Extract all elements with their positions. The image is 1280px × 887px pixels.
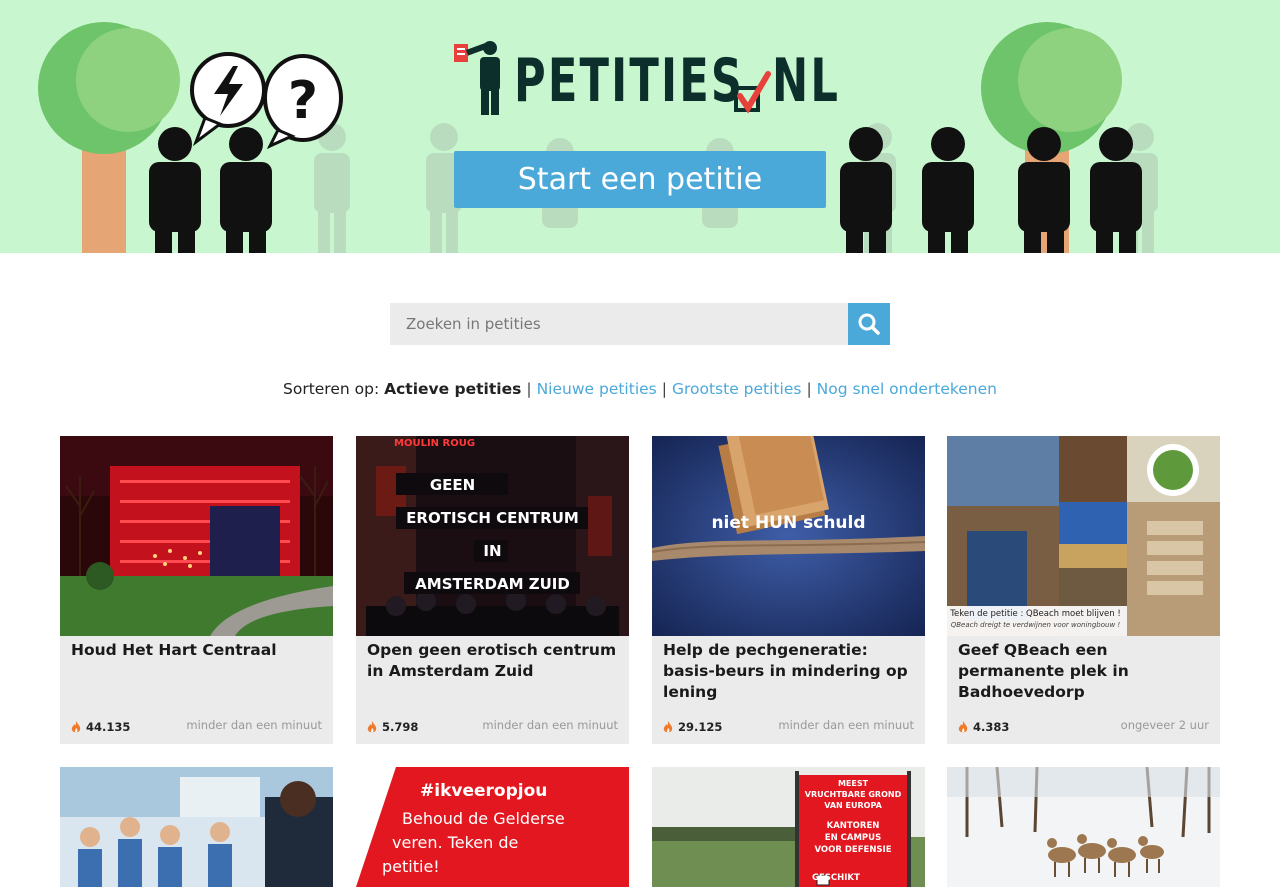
signature-count: 29.125 bbox=[663, 720, 722, 734]
petition-image bbox=[947, 767, 1220, 887]
image-text: niet HUN schuld bbox=[711, 513, 866, 533]
petition-title[interactable]: Geef QBeach een permanente plek in Badho… bbox=[958, 640, 1213, 703]
sort-active[interactable]: Actieve petities bbox=[384, 380, 521, 398]
search-icon bbox=[858, 313, 880, 335]
image-text: #ikveeropjou bbox=[420, 781, 548, 801]
petition-title[interactable]: Houd Het Hart Centraal bbox=[71, 640, 326, 661]
image-text: Teken de petitie : QBeach moet blijven ! bbox=[950, 609, 1121, 619]
image-text: AMSTERDAM ZUID bbox=[415, 575, 570, 593]
sort-option-last-chance[interactable]: Nog snel ondertekenen bbox=[817, 380, 997, 398]
start-petition-button[interactable]: Start een petitie bbox=[454, 151, 826, 208]
last-signed-time: minder dan een minuut bbox=[186, 718, 322, 732]
sort-bar: Sorteren op: Actieve petities | Nieuwe pet… bbox=[0, 380, 1280, 398]
petition-card[interactable] bbox=[947, 767, 1220, 887]
image-text: EROTISCH CENTRUM bbox=[406, 509, 579, 527]
image-text: VAN EUROPA bbox=[824, 801, 882, 810]
sort-option-largest[interactable]: Grootste petities bbox=[672, 380, 801, 398]
signature-count: 4.383 bbox=[958, 720, 1009, 734]
flame-icon bbox=[367, 720, 377, 732]
petition-image bbox=[60, 436, 333, 636]
signature-count-value: 44.135 bbox=[86, 720, 131, 734]
speech-bubbles: ? bbox=[190, 52, 343, 150]
petition-image: niet HUN schuld bbox=[652, 436, 925, 636]
flame-icon bbox=[958, 720, 968, 732]
sort-option-new[interactable]: Nieuwe petities bbox=[537, 380, 657, 398]
image-text: GESCHIKT bbox=[812, 873, 860, 883]
petition-card[interactable]: MEEST VRUCHTBARE GROND VAN EUROPA KANTOR… bbox=[652, 767, 925, 887]
petition-image bbox=[60, 767, 333, 887]
petition-image: MEEST VRUCHTBARE GROND VAN EUROPA KANTOR… bbox=[652, 767, 925, 887]
petition-title[interactable]: Help de pechgeneratie: basis-beurs in mi… bbox=[663, 640, 918, 703]
last-signed-time: ongeveer 2 uur bbox=[1120, 718, 1209, 732]
signature-count: 44.135 bbox=[71, 720, 130, 734]
last-signed-time: minder dan een minuut bbox=[482, 718, 618, 732]
image-text: KANTOREN bbox=[826, 821, 880, 831]
image-text: veren. Teken de bbox=[392, 833, 519, 852]
logo-checkbox-icon bbox=[734, 71, 771, 114]
signature-count-value: 5.798 bbox=[382, 720, 419, 734]
signature-count: 5.798 bbox=[367, 720, 418, 734]
header-banner: ? PETITIES NL Start een petitie bbox=[0, 0, 1280, 253]
logo-figure-icon bbox=[454, 41, 500, 115]
petition-image: MOULIN ROUG GEEN EROTISCH CENTRUM IN AMS… bbox=[356, 436, 629, 636]
petition-image: Teken de petitie : QBeach moet blijven !… bbox=[947, 436, 1220, 636]
petition-card[interactable]: Houd Het Hart Centraal 44.135 minder dan… bbox=[60, 436, 333, 744]
last-signed-time: minder dan een minuut bbox=[778, 718, 914, 732]
flame-icon bbox=[71, 720, 81, 732]
sort-separator: | bbox=[806, 380, 812, 398]
signature-count-value: 29.125 bbox=[678, 720, 723, 734]
image-text: GEEN bbox=[429, 476, 476, 494]
petition-card[interactable] bbox=[60, 767, 333, 887]
flame-icon bbox=[663, 720, 673, 732]
search-button[interactable] bbox=[848, 303, 890, 345]
sort-separator: | bbox=[526, 380, 532, 398]
sign-text: MOULIN ROUG bbox=[394, 438, 476, 449]
image-text: VRUCHTBARE GROND bbox=[804, 790, 902, 799]
image-text: QBeach dreigt te verdwijnen voor woningb… bbox=[950, 621, 1121, 629]
logo-text: PETITIES bbox=[514, 46, 745, 116]
petition-card[interactable]: Teken de petitie : QBeach moet blijven !… bbox=[947, 436, 1220, 744]
search-bar bbox=[390, 303, 890, 345]
petition-card[interactable]: #ikveeropjou Behoud de Gelderse veren. T… bbox=[356, 767, 629, 887]
search-input[interactable] bbox=[390, 303, 848, 345]
signature-count-value: 4.383 bbox=[973, 720, 1010, 734]
site-logo[interactable]: PETITIES NL bbox=[452, 38, 838, 118]
sort-separator: | bbox=[661, 380, 667, 398]
image-text: EN CAMPUS bbox=[824, 833, 882, 843]
image-text: petitie! bbox=[382, 857, 440, 876]
petition-card[interactable]: niet HUN schuld Help de pechgeneratie: b… bbox=[652, 436, 925, 744]
sort-label: Sorteren op: bbox=[283, 380, 380, 398]
svg-text:?: ? bbox=[288, 71, 318, 131]
petition-title[interactable]: Open geen erotisch centrum in Amsterdam … bbox=[367, 640, 622, 682]
petition-card[interactable]: MOULIN ROUG GEEN EROTISCH CENTRUM IN AMS… bbox=[356, 436, 629, 744]
logo-suffix: NL bbox=[772, 46, 841, 116]
image-text: Behoud de Gelderse bbox=[402, 809, 565, 828]
image-text: MEEST bbox=[837, 779, 869, 788]
image-text: IN bbox=[483, 542, 502, 560]
image-text: VOOR DEFENSIE bbox=[814, 845, 892, 855]
petition-image: #ikveeropjou Behoud de Gelderse veren. T… bbox=[356, 767, 629, 887]
